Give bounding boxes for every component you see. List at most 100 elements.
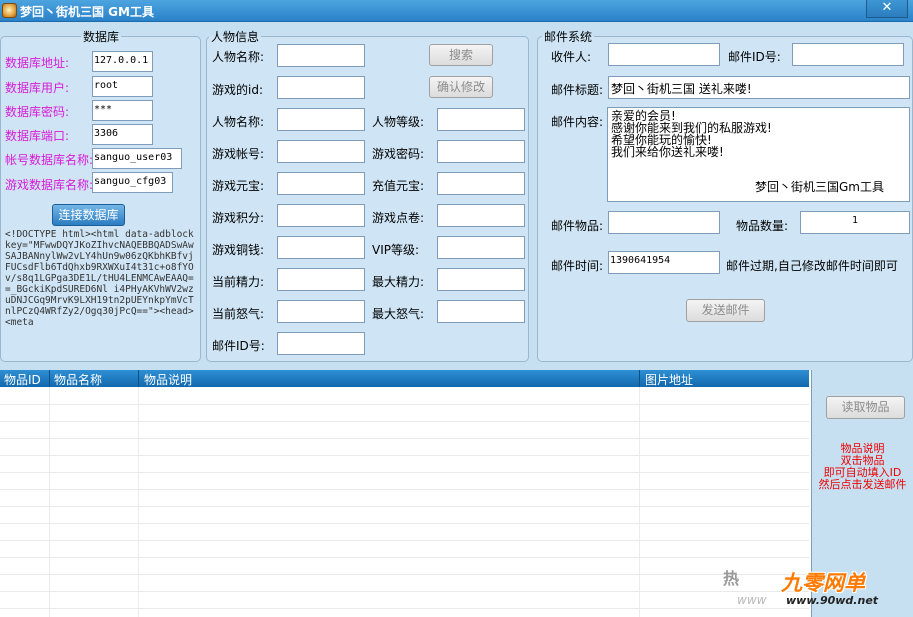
- close-button[interactable]: ✕: [866, 0, 908, 18]
- item-qty-label: 物品数量:: [736, 219, 789, 233]
- item-qty-input[interactable]: 1: [800, 211, 910, 234]
- role-info-legend: 人物信息: [211, 30, 260, 44]
- game-account-label: 游戏帐号:: [212, 147, 265, 161]
- items-grid[interactable]: 物品ID 物品名称 物品说明 图片地址: [0, 370, 811, 617]
- db-port-input[interactable]: 3306: [92, 124, 153, 145]
- col-item-id[interactable]: 物品ID: [4, 371, 41, 388]
- mail-time-label: 邮件时间:: [551, 259, 604, 273]
- game-copper-label: 游戏铜钱:: [212, 243, 265, 257]
- mail-subject-input[interactable]: 梦回丶街机三国 送礼来喽!: [608, 76, 910, 99]
- mail-id-label: 邮件ID号:: [728, 50, 781, 64]
- mail-id-input[interactable]: [792, 43, 904, 66]
- game-password-input[interactable]: [437, 140, 525, 163]
- max-rage-input[interactable]: [437, 300, 525, 323]
- col-item-desc[interactable]: 物品说明: [144, 371, 192, 388]
- max-energy-label: 最大精力:: [372, 275, 425, 289]
- grid-row-line: [0, 438, 809, 439]
- col-item-name[interactable]: 物品名称: [54, 371, 102, 388]
- logo-url: www.90wd.net: [786, 594, 879, 607]
- col-separator: [49, 370, 50, 387]
- game-password-label: 游戏密码:: [372, 147, 425, 161]
- game-gold-label: 游戏元宝:: [212, 179, 265, 193]
- recharge-gold-input[interactable]: [437, 172, 525, 195]
- grid-row-line: [0, 574, 809, 575]
- role-name-label: 人物名称:: [212, 50, 265, 64]
- recipient-input[interactable]: [608, 43, 720, 66]
- mail-subject-label: 邮件标题:: [551, 83, 604, 97]
- game-vouchers-input[interactable]: [437, 204, 525, 227]
- game-gold-input[interactable]: [277, 172, 365, 195]
- current-rage-label: 当前怒气:: [212, 307, 265, 321]
- max-rage-label: 最大怒气:: [372, 307, 425, 321]
- app-icon: [2, 3, 17, 18]
- db-host-label: 数据库地址:: [5, 56, 70, 70]
- mail-item-input[interactable]: [608, 211, 720, 234]
- grid-row-line: [0, 591, 809, 592]
- mail-item-label: 邮件物品:: [551, 219, 604, 233]
- game-db-name-input[interactable]: sanguo_cfg03: [92, 172, 173, 193]
- connect-db-button[interactable]: 连接数据库: [52, 204, 125, 226]
- game-vouchers-label: 游戏点卷:: [372, 211, 425, 225]
- game-id-label: 游戏的id:: [212, 83, 263, 97]
- role-mail-id-input[interactable]: [277, 332, 365, 355]
- account-db-name-input[interactable]: sanguo_user03: [92, 148, 182, 169]
- vip-level-input[interactable]: [437, 236, 525, 259]
- mail-time-input[interactable]: 1390641954: [608, 251, 720, 274]
- role-level-input[interactable]: [437, 108, 525, 131]
- read-items-button[interactable]: 读取物品: [826, 396, 905, 419]
- title-bar: 梦回丶街机三国 GM工具 ✕: [0, 0, 913, 22]
- db-port-label: 数据库端口:: [5, 129, 70, 143]
- grid-row-line: [0, 540, 809, 541]
- mail-content-line: 我们来给你送礼来喽!: [611, 145, 724, 159]
- role-name2-input[interactable]: [277, 108, 365, 131]
- grid-row-line: [0, 421, 809, 422]
- html-response-text: <!DOCTYPE html><html data-adblockkey="MF…: [5, 229, 194, 328]
- game-account-input[interactable]: [277, 140, 365, 163]
- help-text: 物品说明 双击物品 即可自动填入ID 然后点击发送邮件: [812, 443, 913, 491]
- col-image-url[interactable]: 图片地址: [645, 371, 693, 388]
- watermark-url: www: [737, 593, 767, 607]
- mail-signature: 梦回丶街机三国Gm工具: [755, 180, 884, 194]
- search-button[interactable]: 搜索: [429, 44, 493, 66]
- mail-time-hint: 邮件过期,自己修改邮件时间即可: [726, 259, 898, 273]
- grid-row-line: [0, 608, 809, 609]
- role-level-label: 人物等级:: [372, 115, 425, 129]
- account-db-name-label: 帐号数据库名称:: [5, 153, 94, 167]
- send-mail-button[interactable]: 发送邮件: [686, 299, 765, 322]
- grid-row-line: [0, 506, 809, 507]
- grid-row-line: [0, 455, 809, 456]
- db-user-input[interactable]: root: [92, 76, 153, 97]
- game-copper-input[interactable]: [277, 236, 365, 259]
- grid-row-line: [0, 523, 809, 524]
- vip-level-label: VIP等级:: [372, 243, 420, 257]
- confirm-modify-button[interactable]: 确认修改: [429, 76, 493, 98]
- db-user-label: 数据库用户:: [5, 81, 70, 95]
- logo-text: 九零网单: [781, 571, 865, 595]
- mail-content-label: 邮件内容:: [551, 115, 604, 129]
- game-db-name-label: 游戏数据库名称:: [5, 178, 94, 192]
- game-points-label: 游戏积分:: [212, 211, 265, 225]
- db-host-input[interactable]: 127.0.0.1: [92, 51, 153, 72]
- game-id-input[interactable]: [277, 76, 365, 99]
- current-energy-input[interactable]: [277, 268, 365, 291]
- help-line: 然后点击发送邮件: [818, 478, 907, 491]
- role-name-input[interactable]: [277, 44, 365, 67]
- current-rage-input[interactable]: [277, 300, 365, 323]
- watermark-hot: 热: [723, 569, 740, 588]
- current-energy-label: 当前精力:: [212, 275, 265, 289]
- grid-row-line: [0, 557, 809, 558]
- window-title: 梦回丶街机三国 GM工具: [20, 5, 154, 19]
- recipient-label: 收件人:: [551, 50, 592, 64]
- db-password-label: 数据库密码:: [5, 105, 70, 119]
- recharge-gold-label: 充值元宝:: [372, 179, 425, 193]
- mail-system-legend: 邮件系统: [544, 30, 593, 44]
- db-password-input[interactable]: ***: [92, 100, 153, 121]
- grid-row-line: [0, 472, 809, 473]
- mail-content-textarea[interactable]: 亲爱的会员! 感谢你能来到我们的私服游戏! 希望你能玩的愉快! 我们来给你送礼来…: [607, 107, 910, 202]
- max-energy-input[interactable]: [437, 268, 525, 291]
- col-separator: [639, 370, 640, 387]
- role-mail-id-label: 邮件ID号:: [212, 339, 265, 353]
- grid-header: 物品ID 物品名称 物品说明 图片地址: [0, 370, 809, 387]
- role-name2-label: 人物名称:: [212, 115, 265, 129]
- game-points-input[interactable]: [277, 204, 365, 227]
